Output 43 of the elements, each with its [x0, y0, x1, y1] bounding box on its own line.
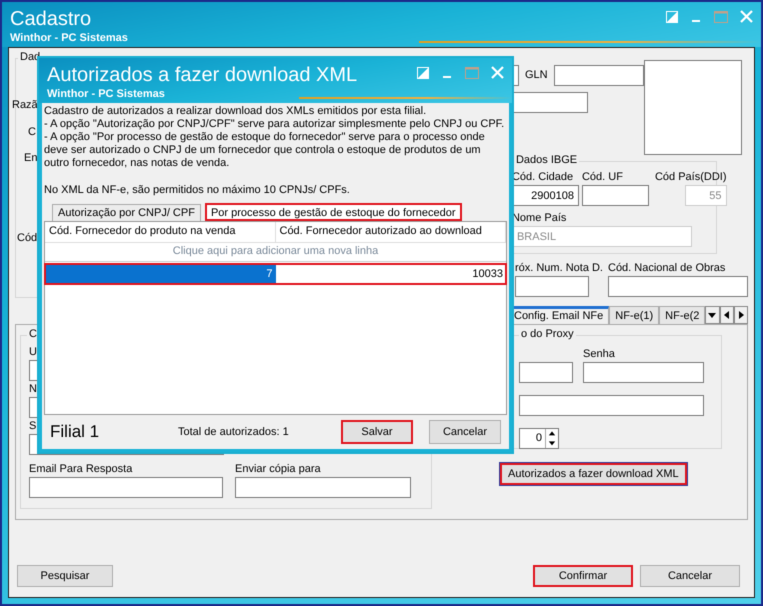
description-text: - A opção "Autorização por CNPJ/CPF" serve para autorizar simplesmente pelo CNPJ ou CPF.: [44, 118, 506, 131]
group-caption: o do Proxy: [519, 328, 576, 340]
action-button[interactable]: Confirmar: [533, 565, 633, 587]
tab[interactable]: Autorização por CNPJ/ CPF: [52, 204, 201, 221]
dialog-title: Autorizados a fazer download XML: [47, 64, 358, 86]
tab[interactable]: NF-e(2: [659, 306, 706, 324]
window-title: Cadastro: [10, 8, 92, 30]
branch-label: Filial 1: [50, 422, 100, 442]
field-label: En: [24, 152, 38, 165]
dialog-button[interactable]: Cancelar: [429, 420, 501, 444]
add-row-hint[interactable]: Clique aqui para adicionar uma nova linha: [45, 243, 506, 262]
column-header: Cód. Fornecedor do produto na venda: [45, 222, 276, 242]
tab[interactable]: Por processo de gestão de estoque do fornecedor: [204, 203, 462, 221]
field-label: Cód. Nacional de Obras: [608, 262, 726, 275]
password-label: Senha: [583, 348, 615, 361]
column-header: Cód. Fornecedor autorizado ao download: [276, 222, 506, 242]
authorized-xml-button[interactable]: Autorizados a fazer download XML: [500, 463, 687, 485]
tab[interactable]: NF-e(1): [609, 306, 660, 324]
group-caption: Dados IBGE: [514, 154, 580, 166]
field-label: Razã: [12, 99, 38, 112]
field-label: U: [29, 346, 37, 359]
field-label: Cód. UF: [582, 171, 623, 184]
field-label: Enviar cópia para: [235, 463, 321, 476]
action-button[interactable]: Cancelar: [640, 565, 740, 587]
field-label: róx. Num. Nota D.: [514, 262, 603, 275]
field-label: N: [29, 383, 37, 396]
table-cell[interactable]: 7: [45, 264, 276, 284]
description-text: - A opção "Por processo de gestão de estoque do fornecedor" serve para o processo onde deve ser autorizado o CNPJ de um fornecedor que controla o estoque de produtos de um outro fornecedor, nas notas de venda.: [44, 131, 486, 170]
field-label: Email Para Resposta: [29, 463, 132, 476]
dialog-button[interactable]: Salvar: [341, 420, 413, 444]
limit-note: No XML da NF-e, são permitidos no máximo 10 CPNJs/ CPFs.: [44, 184, 351, 197]
field-label: Cód País(DDI): [654, 171, 726, 184]
field-label: Cód: [17, 232, 38, 245]
field-label: C: [28, 126, 36, 139]
gln-label: GLN: [524, 69, 548, 82]
text-field[interactable]: 2900108: [512, 185, 579, 206]
description-text: Cadastro de autorizados a realizar download dos XMLs emitidos por esta filial.: [44, 105, 428, 118]
action-button[interactable]: Pesquisar: [17, 565, 113, 587]
total-label: Total de autorizados: 1: [178, 426, 290, 438]
port-spinner[interactable]: 0: [519, 428, 559, 449]
dialog-subtitle: Winthor - PC Sistemas: [47, 88, 166, 100]
field-label: S: [29, 420, 36, 433]
window-subtitle: Winthor - PC Sistemas: [10, 32, 128, 44]
